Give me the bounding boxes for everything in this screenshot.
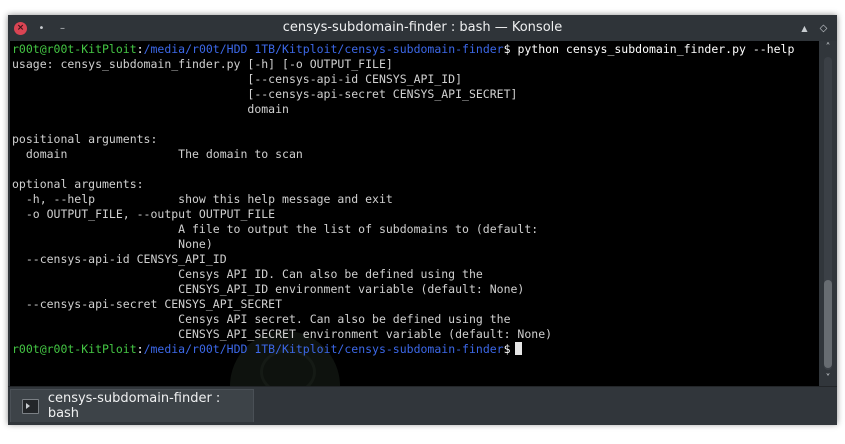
prompt-symbol: $ <box>503 42 511 56</box>
output-line: [--censys-api-secret CENSYS_API_SECRET] <box>12 87 518 101</box>
vertical-scrollbar[interactable]: ˄ ˅ <box>821 41 835 386</box>
output-line: -h, --help show this help message and ex… <box>12 192 393 206</box>
output-line: None) <box>12 237 213 251</box>
scroll-up-icon[interactable]: ˄ <box>821 41 835 55</box>
output-line: --censys-api-id CENSYS_API_ID <box>12 252 227 266</box>
tab-bar: censys-subdomain-finder : bash <box>8 386 837 425</box>
output-line: -o OUTPUT_FILE, --output OUTPUT_FILE <box>12 207 276 221</box>
output-line: usage: censys_subdomain_finder.py [-h] [… <box>12 57 393 71</box>
konsole-window: × • – censys-subdomain-finder : bash — K… <box>8 15 837 425</box>
tab-bash-session[interactable]: censys-subdomain-finder : bash <box>10 389 254 422</box>
output-line: CENSYS_API_SECRET environment variable (… <box>12 327 553 341</box>
output-line: --censys-api-secret CENSYS_API_SECRET <box>12 297 283 311</box>
output-line: A file to output the list of subdomains … <box>12 222 539 236</box>
prompt-path: /media/r00t/HDD 1TB/Kitploit/censys-subd… <box>143 342 504 356</box>
current-prompt-line: r00t@r00t-KitPloit:/media/r00t/HDD 1TB/K… <box>12 342 794 357</box>
command-line: r00t@r00t-KitPloit:/media/r00t/HDD 1TB/K… <box>12 42 794 57</box>
scroll-down-icon[interactable]: ˅ <box>821 372 835 386</box>
prompt-symbol: $ <box>503 342 511 356</box>
output-line: domain The domain to scan <box>12 147 303 161</box>
prompt-separator: : <box>136 342 144 356</box>
window-title: censys-subdomain-finder : bash — Konsole <box>282 20 563 35</box>
keep-above-icon[interactable]: ▲ <box>798 22 811 35</box>
typed-command: python censys_subdomain_finder.py --help <box>510 42 795 56</box>
output-line: Censys API ID. Can also be defined using… <box>12 267 483 281</box>
output-line: optional arguments: <box>12 177 144 191</box>
prompt-user: r00t@r00t-KitPloit <box>12 342 137 356</box>
scrollbar-thumb[interactable] <box>824 280 832 368</box>
prompt-separator: : <box>136 42 144 56</box>
terminal-area[interactable]: r00t@r00t-KitPloit:/media/r00t/HDD 1TB/K… <box>10 41 819 386</box>
maximize-icon[interactable]: ◇ <box>817 22 830 35</box>
terminal-icon <box>22 398 39 414</box>
text-cursor <box>514 342 522 355</box>
prompt-path: /media/r00t/HDD 1TB/Kitploit/censys-subd… <box>143 42 504 56</box>
terminal-output: r00t@r00t-KitPloit:/media/r00t/HDD 1TB/K… <box>12 42 794 357</box>
prompt-user: r00t@r00t-KitPloit <box>12 42 137 56</box>
output-line: positional arguments: <box>12 132 158 146</box>
title-bar[interactable]: × • – censys-subdomain-finder : bash — K… <box>8 15 837 41</box>
output-line: CENSYS_API_ID environment variable (defa… <box>12 282 525 296</box>
output-line: domain <box>12 102 289 116</box>
tab-label: censys-subdomain-finder : bash <box>47 391 221 421</box>
output-line: Censys API secret. Can also be defined u… <box>12 312 511 326</box>
output-line: [--censys-api-id CENSYS_API_ID] <box>12 72 463 86</box>
